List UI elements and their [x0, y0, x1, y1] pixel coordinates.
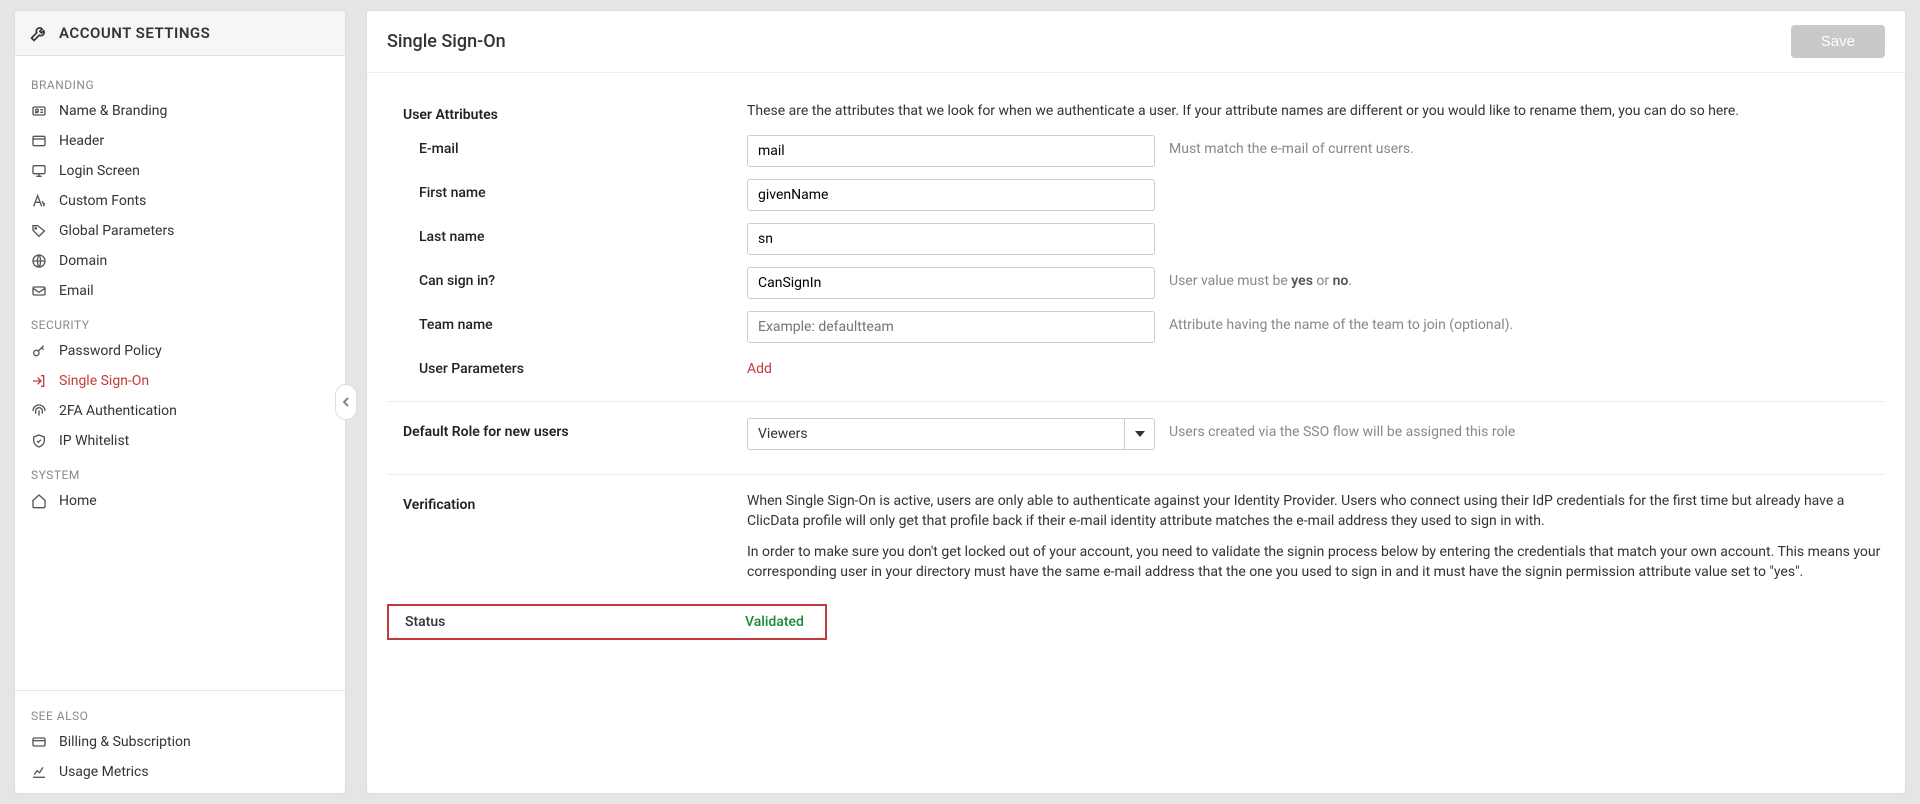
- shield-icon: [31, 433, 47, 449]
- fingerprint-icon: [31, 403, 47, 419]
- sidebar-item-label: Billing & Subscription: [59, 734, 191, 750]
- cansignin-input[interactable]: [747, 267, 1155, 299]
- sidebar-item-usage-metrics[interactable]: Usage Metrics: [15, 757, 345, 787]
- sidebar-item-global-parameters[interactable]: Global Parameters: [15, 216, 345, 246]
- page-title: Single Sign-On: [387, 31, 506, 52]
- chevron-left-icon: [342, 396, 350, 408]
- wrench-icon: [29, 23, 49, 43]
- sidebar-title: ACCOUNT SETTINGS: [59, 24, 210, 42]
- firstname-label: First name: [387, 179, 727, 201]
- sidebar-item-label: Email: [59, 283, 94, 299]
- save-button[interactable]: Save: [1791, 25, 1885, 58]
- section-user-attributes: User Attributes These are the attributes…: [387, 85, 1885, 402]
- sidebar-item-label: Global Parameters: [59, 223, 174, 239]
- sidebar-nav[interactable]: BRANDING Name & Branding Header Login Sc…: [15, 56, 345, 690]
- lastname-label: Last name: [387, 223, 727, 245]
- status-row: Status Validated: [387, 604, 827, 640]
- sidebar-item-label: Login Screen: [59, 163, 140, 179]
- group-header-system: SYSTEM: [15, 456, 345, 486]
- sidebar-item-email[interactable]: Email: [15, 276, 345, 306]
- defaultrole-select-button[interactable]: [1124, 419, 1154, 449]
- sidebar-item-label: Usage Metrics: [59, 764, 149, 780]
- main-panel: Single Sign-On Save User Attributes Thes…: [366, 10, 1906, 794]
- main-header: Single Sign-On Save: [367, 11, 1905, 73]
- status-label: Status: [405, 614, 745, 630]
- sidebar-item-login-screen[interactable]: Login Screen: [15, 156, 345, 186]
- cansignin-help: User value must be yes or no.: [1169, 267, 1352, 289]
- login-icon: [31, 373, 47, 389]
- window-icon: [31, 133, 47, 149]
- group-header-security: SECURITY: [15, 306, 345, 336]
- sidebar: ACCOUNT SETTINGS BRANDING Name & Brandin…: [14, 10, 346, 794]
- sidebar-item-single-sign-on[interactable]: Single Sign-On: [15, 366, 345, 396]
- userparams-label: User Parameters: [387, 355, 727, 377]
- font-icon: [31, 193, 47, 209]
- globe-icon: [31, 253, 47, 269]
- monitor-icon: [31, 163, 47, 179]
- teamname-help: Attribute having the name of the team to…: [1169, 311, 1513, 333]
- lastname-input[interactable]: [747, 223, 1155, 255]
- chartline-icon: [31, 764, 47, 780]
- email-help: Must match the e-mail of current users.: [1169, 135, 1414, 157]
- sidebar-item-password-policy[interactable]: Password Policy: [15, 336, 345, 366]
- sidebar-item-ip-whitelist[interactable]: IP Whitelist: [15, 426, 345, 456]
- email-input[interactable]: [747, 135, 1155, 167]
- sidebar-item-label: Password Policy: [59, 343, 162, 359]
- sidebar-footer: SEE ALSO Billing & Subscription Usage Me…: [15, 690, 345, 793]
- status-value: Validated: [745, 614, 804, 630]
- user-attributes-heading: User Attributes: [387, 101, 727, 123]
- key-icon: [31, 343, 47, 359]
- user-attributes-description: These are the attributes that we look fo…: [747, 101, 1885, 121]
- verification-text: When Single Sign-On is active, users are…: [747, 491, 1885, 592]
- group-header-branding: BRANDING: [15, 66, 345, 96]
- verification-label: Verification: [387, 491, 727, 513]
- defaultrole-select-value: Viewers: [748, 419, 1124, 449]
- sidebar-item-label: Custom Fonts: [59, 193, 146, 209]
- defaultrole-label: Default Role for new users: [387, 418, 727, 440]
- sidebar-collapse-handle[interactable]: [335, 384, 357, 420]
- sidebar-item-label: Name & Branding: [59, 103, 167, 119]
- sidebar-header: ACCOUNT SETTINGS: [15, 11, 345, 56]
- main-body[interactable]: User Attributes These are the attributes…: [367, 73, 1905, 793]
- sidebar-item-label: 2FA Authentication: [59, 403, 177, 419]
- section-verification: Verification When Single Sign-On is acti…: [387, 475, 1885, 658]
- card-icon: [31, 734, 47, 750]
- verification-para1: When Single Sign-On is active, users are…: [747, 491, 1885, 532]
- userparams-add-link[interactable]: Add: [747, 355, 772, 377]
- id-card-icon: [31, 103, 47, 119]
- section-default-role: Default Role for new users Viewers Users…: [387, 402, 1885, 475]
- defaultrole-help: Users created via the SSO flow will be a…: [1169, 418, 1515, 440]
- sidebar-item-2fa-authentication[interactable]: 2FA Authentication: [15, 396, 345, 426]
- verification-para2: In order to make sure you don't get lock…: [747, 542, 1885, 583]
- home-icon: [31, 493, 47, 509]
- sidebar-item-label: Home: [59, 493, 97, 509]
- defaultrole-select[interactable]: Viewers: [747, 418, 1155, 450]
- sidebar-item-header[interactable]: Header: [15, 126, 345, 156]
- group-header-see-also: SEE ALSO: [15, 697, 345, 727]
- sidebar-item-custom-fonts[interactable]: Custom Fonts: [15, 186, 345, 216]
- sidebar-item-home[interactable]: Home: [15, 486, 345, 516]
- email-label: E-mail: [387, 135, 727, 157]
- mail-icon: [31, 283, 47, 299]
- teamname-input[interactable]: [747, 311, 1155, 343]
- cansignin-label: Can sign in?: [387, 267, 727, 289]
- caret-down-icon: [1135, 431, 1145, 437]
- teamname-label: Team name: [387, 311, 727, 333]
- sidebar-item-name-branding[interactable]: Name & Branding: [15, 96, 345, 126]
- sidebar-item-label: Header: [59, 133, 104, 149]
- sidebar-item-billing-subscription[interactable]: Billing & Subscription: [15, 727, 345, 757]
- firstname-input[interactable]: [747, 179, 1155, 211]
- tag-icon: [31, 223, 47, 239]
- sidebar-item-domain[interactable]: Domain: [15, 246, 345, 276]
- sidebar-item-label: IP Whitelist: [59, 433, 129, 449]
- sidebar-item-label: Single Sign-On: [59, 373, 149, 389]
- sidebar-item-label: Domain: [59, 253, 107, 269]
